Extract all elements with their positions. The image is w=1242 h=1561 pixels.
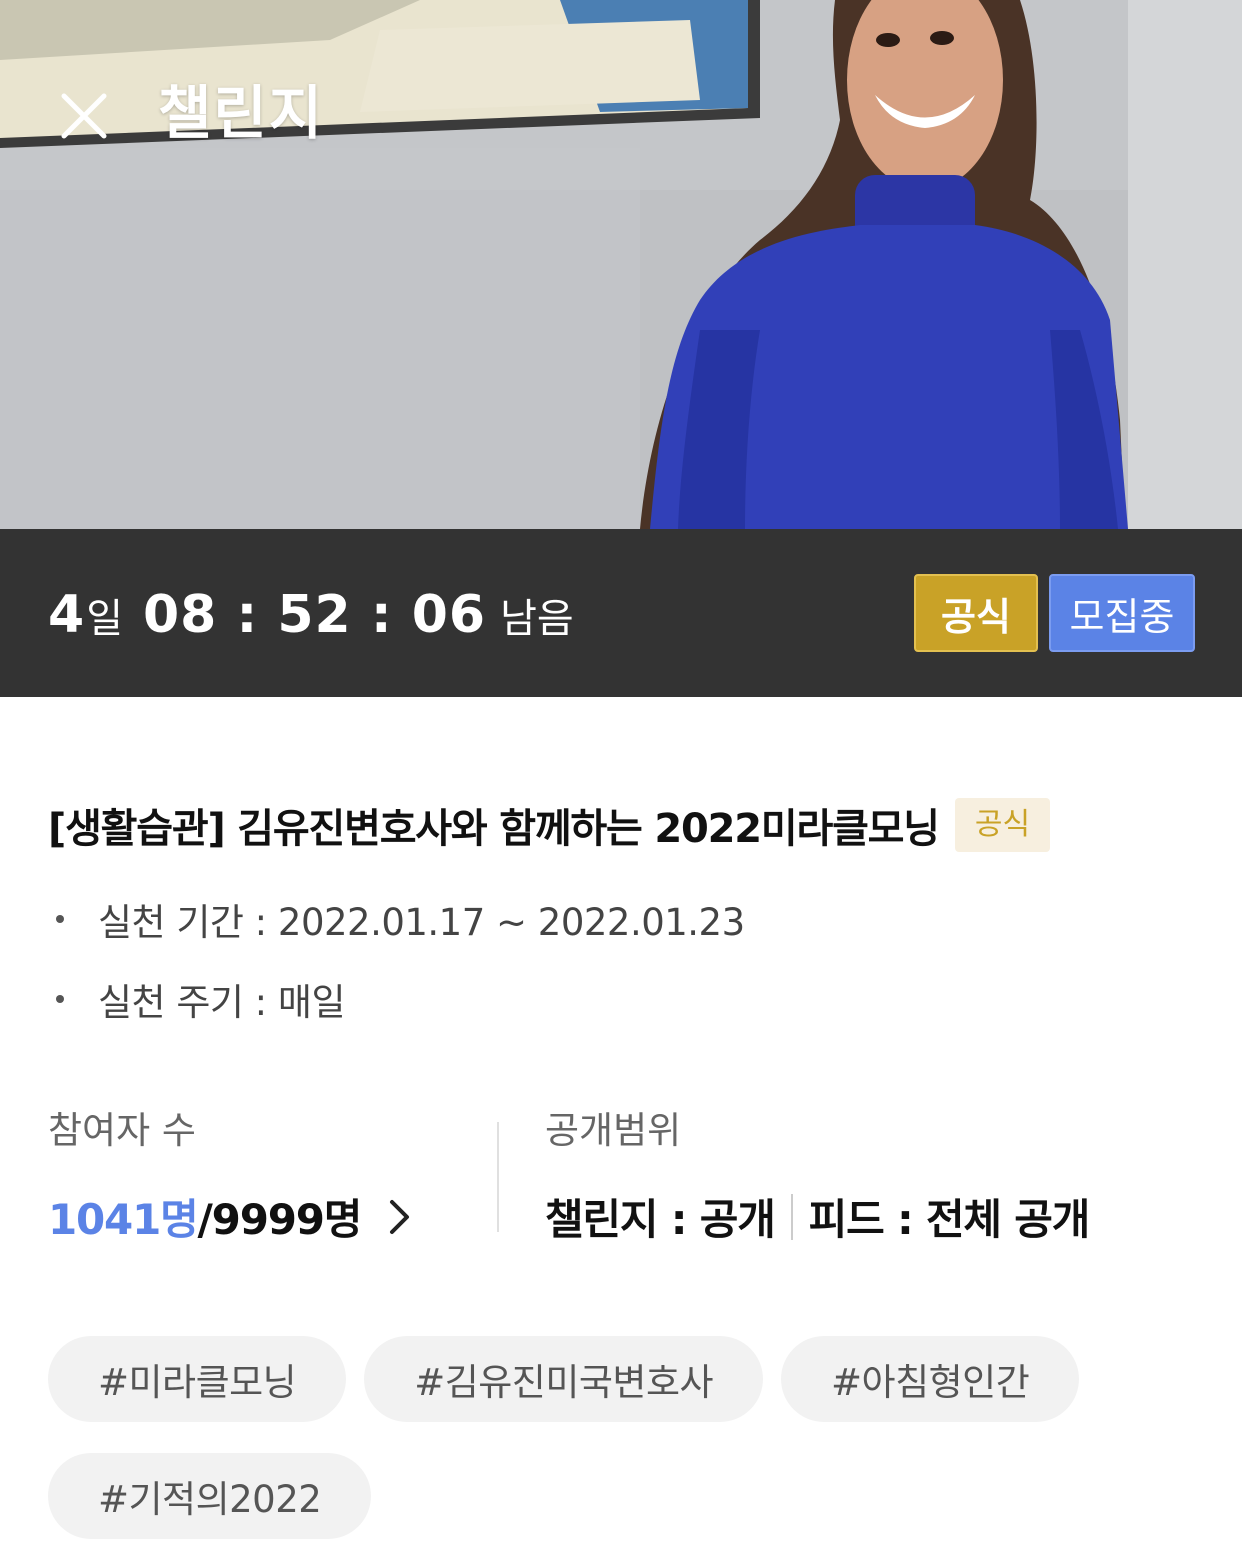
close-icon [61,93,107,139]
hashtag-chip[interactable]: #아침형인간 [781,1336,1080,1422]
countdown-days-unit: 일 [86,596,123,642]
hashtag-chip[interactable]: #미라클모닝 [48,1336,347,1422]
stats-divider [497,1122,499,1232]
chevron-right-icon [390,1199,410,1234]
hashtag-chip[interactable]: #기적의2022 [48,1453,372,1539]
practice-period: 실천 기간 : 2022.01.17 ~ 2022.01.23 [98,901,745,944]
countdown-suffix: 남음 [500,596,574,642]
recruiting-badge: 모집중 [1049,574,1195,652]
close-button[interactable] [56,88,112,144]
official-badge: 공식 [914,574,1038,652]
page-title: 챌린지 [158,79,325,147]
countdown-bar: 4 일 08 : 52 : 06 남음 공식 모집중 [0,529,1242,697]
participants-count-link[interactable]: 1041명 /9999명 [48,1186,411,1247]
official-tag: 공식 [954,798,1051,852]
countdown-time: 08 : 52 : 06 [143,585,487,645]
participants-label: 참여자 수 [48,1109,196,1152]
hero-image: 챌린지 [0,0,1242,529]
hashtag-list: #미라클모닝 #김유진미국변호사 #아침형인간 #기적의2022 [48,1336,1198,1539]
bullet-icon [56,995,64,1003]
visibility-challenge: 챌린지 : 공개 [545,1195,776,1244]
practice-cycle-row: 실천 주기 : 매일 [56,972,346,1026]
visibility-label: 공개범위 [545,1109,682,1152]
visibility-values: 챌린지 : 공개 피드 : 전체 공개 [545,1186,1091,1247]
visibility-separator [790,1193,793,1240]
countdown-days: 4 [48,585,85,645]
hashtag-chip[interactable]: #김유진미국변호사 [364,1336,764,1422]
participants-max: /9999명 [197,1195,363,1244]
challenge-title-row: [생활습관] 김유진변호사와 함께하는 2022미라클모닝 공식 [48,796,1051,854]
practice-cycle: 실천 주기 : 매일 [98,981,346,1024]
participants-current: 1041명 [48,1195,199,1244]
visibility-feed: 피드 : 전체 공개 [808,1195,1091,1244]
top-bar: 챌린지 [0,0,1242,230]
bullet-icon [56,915,64,923]
countdown-timer: 4 일 08 : 52 : 06 남음 [48,585,574,645]
challenge-title: [생활습관] 김유진변호사와 함께하는 2022미라클모닝 [48,806,940,852]
practice-period-row: 실천 기간 : 2022.01.17 ~ 2022.01.23 [56,892,745,946]
